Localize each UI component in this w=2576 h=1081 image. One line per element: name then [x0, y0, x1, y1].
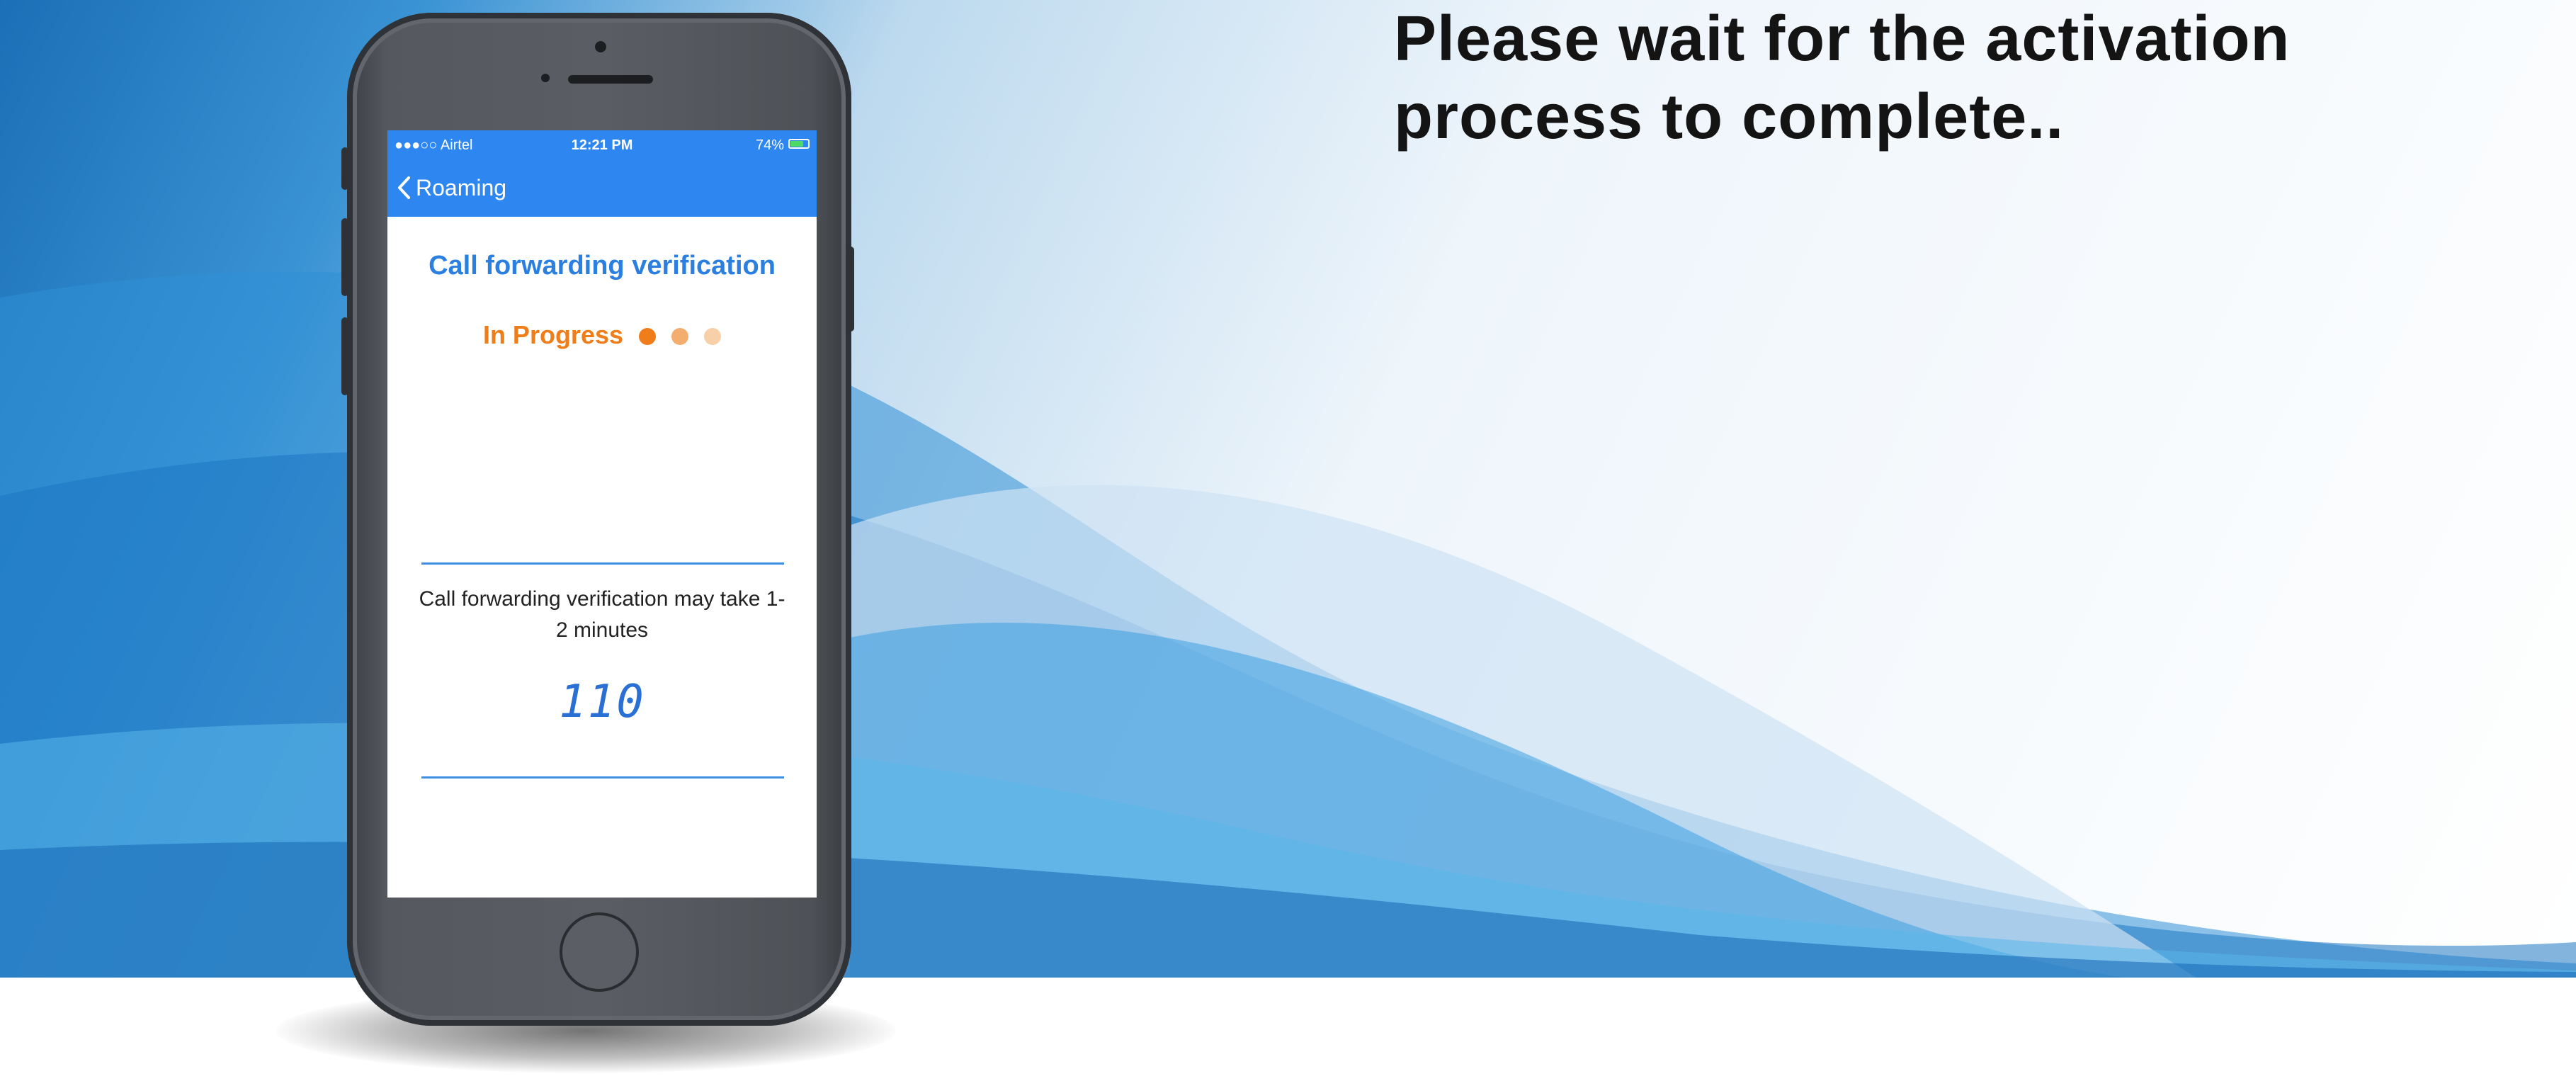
back-button-label: Roaming [416, 174, 507, 200]
status-time: 12:21 PM [571, 137, 633, 153]
verification-note: Call forwarding verification may take 1-… [419, 587, 785, 642]
power-button [847, 247, 854, 332]
mute-switch [341, 147, 348, 190]
earpiece-speaker [568, 75, 653, 84]
battery-percent: 74% [755, 137, 784, 153]
phone-screen: ●●●○○ Airtel 12:21 PM 74% Roaming Call f… [387, 130, 817, 898]
volume-down-button [341, 317, 348, 395]
home-button[interactable] [560, 912, 639, 992]
nav-bar: Roaming [387, 159, 817, 217]
headline-line-2: process to complete.. [1394, 81, 2065, 152]
battery-fill [790, 141, 803, 147]
front-camera [595, 41, 606, 52]
battery-icon [788, 139, 810, 149]
status-bar: ●●●○○ Airtel 12:21 PM 74% [387, 130, 817, 159]
progress-dot-3 [704, 328, 722, 346]
progress-indicator: In Progress [387, 320, 817, 350]
phone-mockup: ●●●○○ Airtel 12:21 PM 74% Roaming Call f… [341, 13, 854, 1026]
verification-title: Call forwarding verification [429, 251, 776, 281]
progress-status: In Progress [482, 320, 624, 349]
proximity-sensor [541, 74, 550, 82]
countdown-timer: 110 [559, 676, 645, 728]
progress-dot-2 [671, 328, 689, 346]
volume-up-button [341, 218, 348, 296]
top-divider [421, 562, 784, 565]
bottom-divider [421, 776, 784, 779]
headline-line-1: Please wait for the activation [1394, 4, 2291, 74]
back-button[interactable]: Roaming [396, 171, 506, 204]
chevron-left-icon [398, 176, 410, 199]
progress-dot-1 [639, 328, 657, 346]
headline: Please wait for the activation process t… [1394, 0, 2456, 156]
